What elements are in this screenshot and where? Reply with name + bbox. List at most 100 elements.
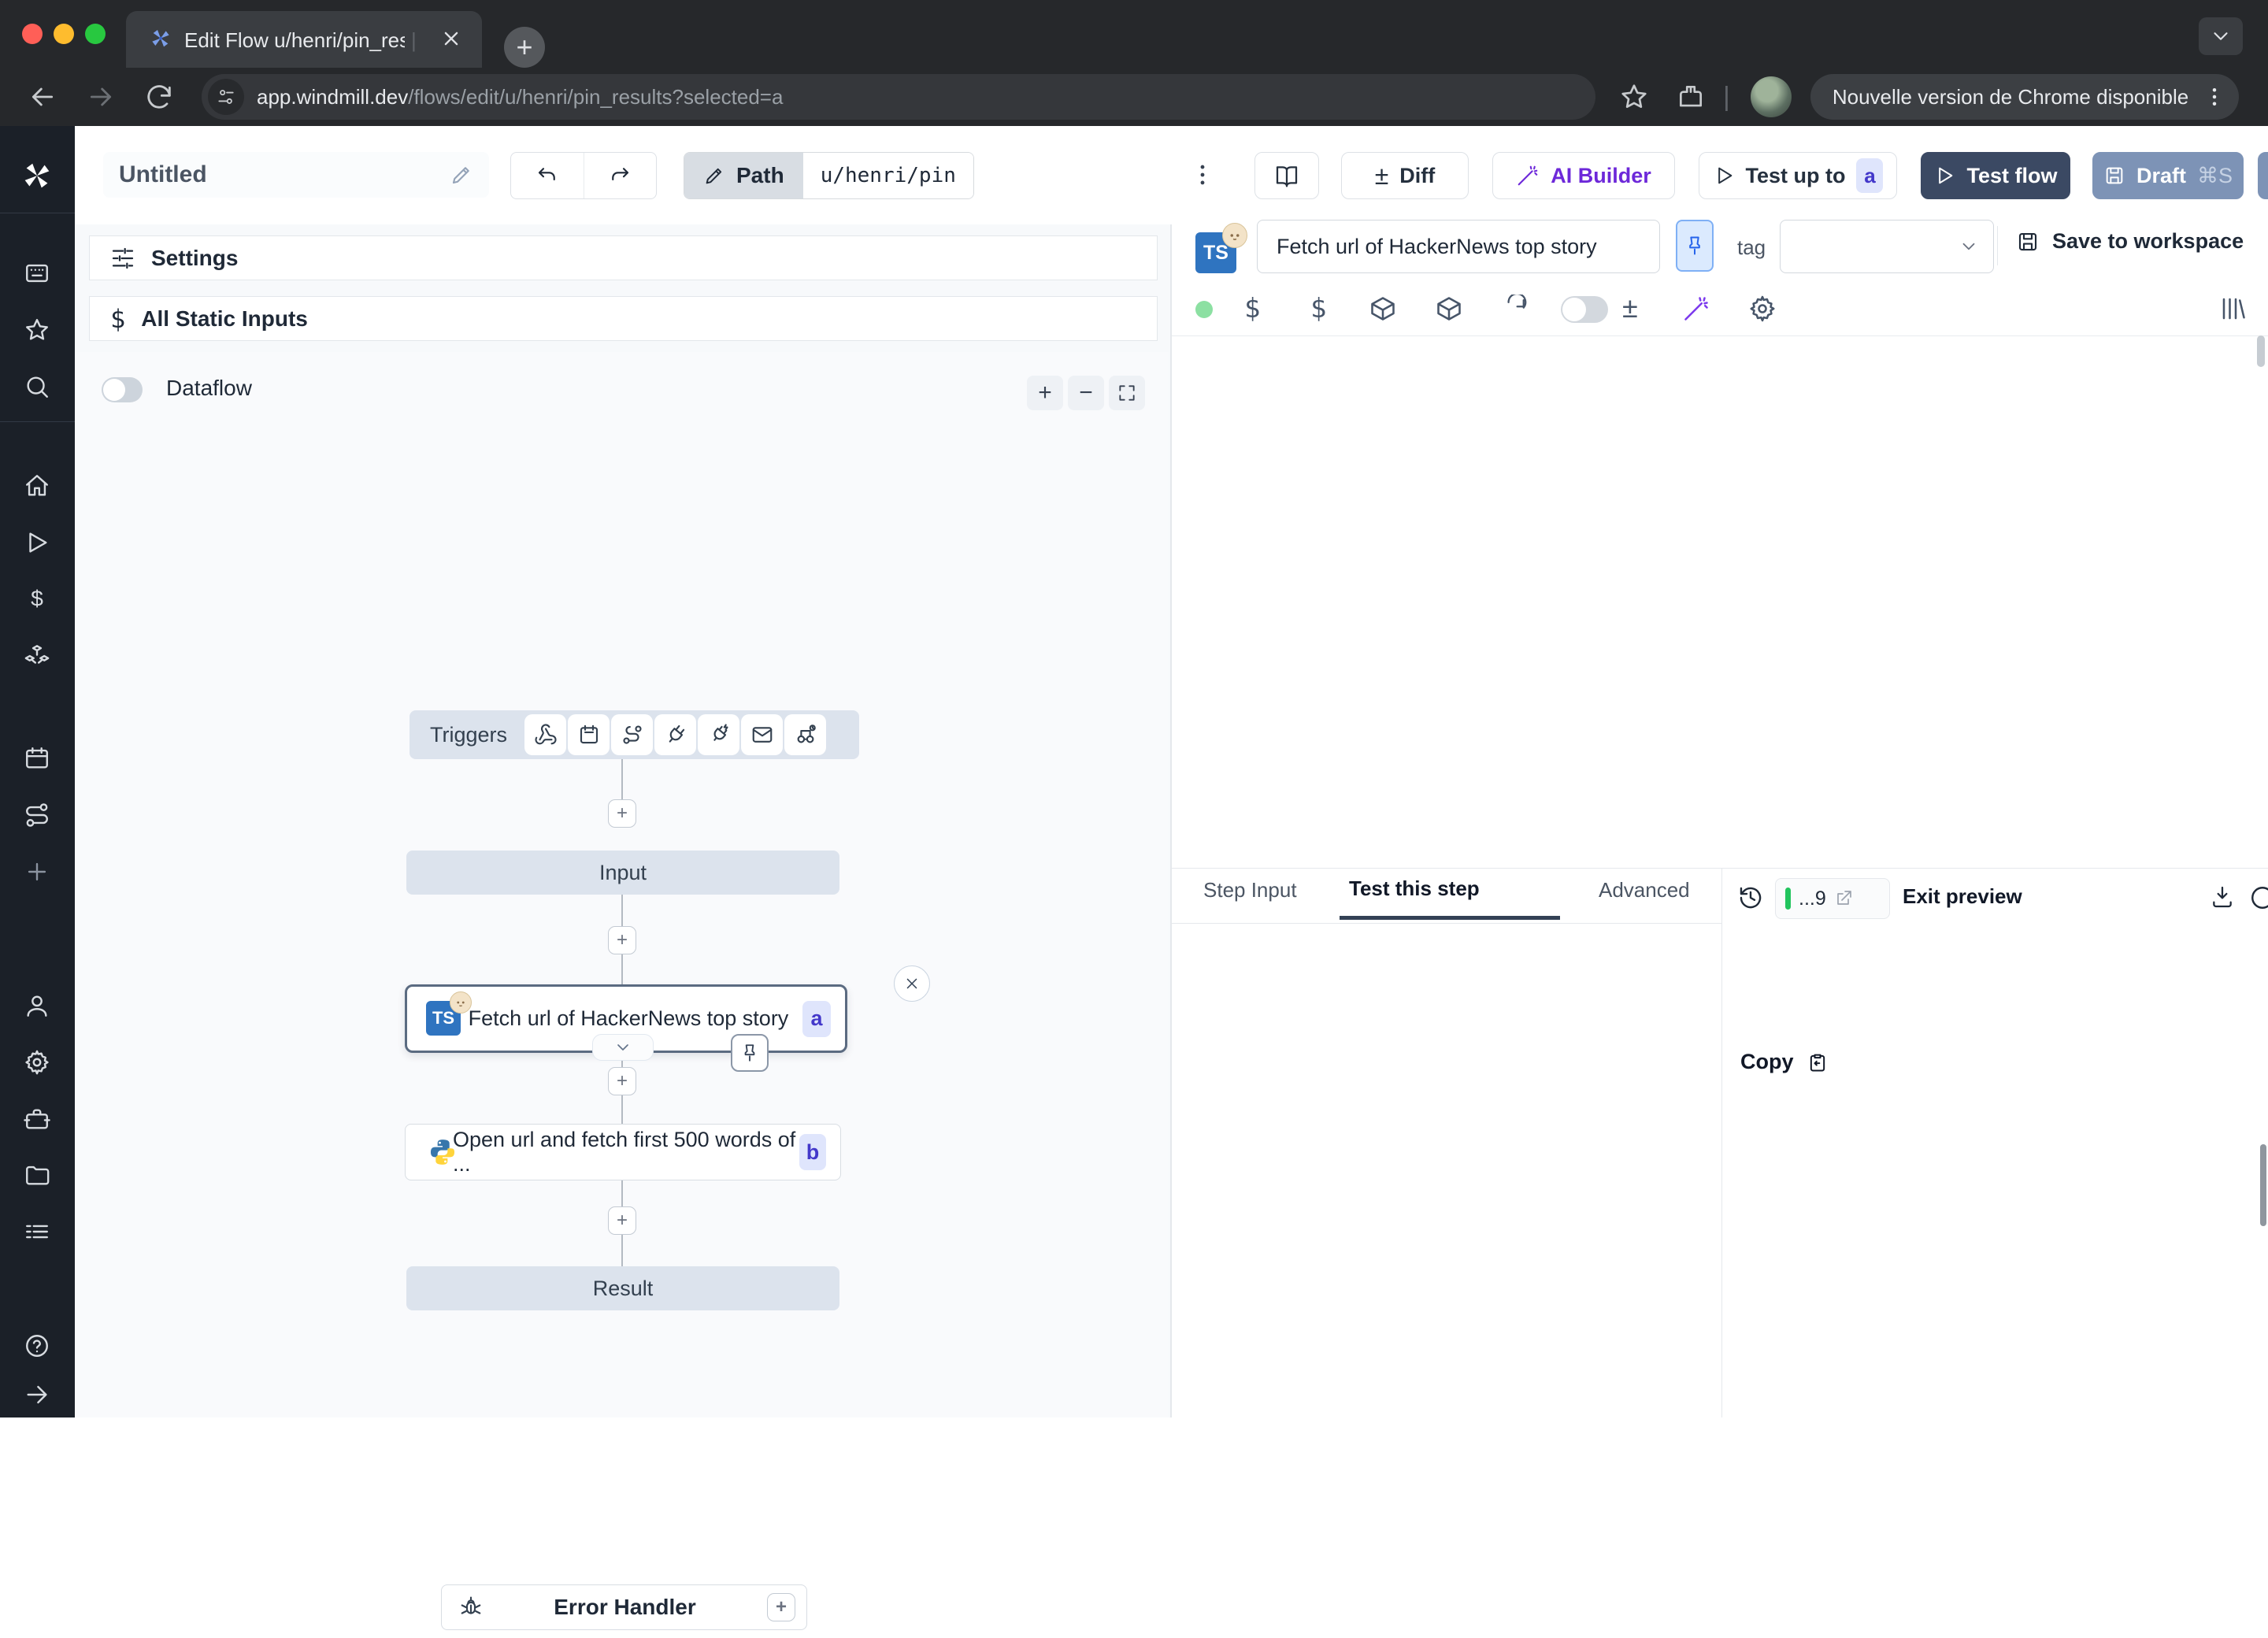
- copy-result-button[interactable]: Copy: [1740, 1050, 1829, 1074]
- zoom-in-button[interactable]: +: [1027, 376, 1063, 410]
- add-icon[interactable]: [24, 858, 50, 885]
- flow-settings-row[interactable]: Settings: [89, 235, 1158, 280]
- websocket-trigger-icon[interactable]: [654, 714, 696, 755]
- toolbar-kebab-icon[interactable]: [1189, 161, 1216, 188]
- zoom-out-button[interactable]: −: [1068, 376, 1104, 410]
- routes-icon[interactable]: [24, 802, 50, 828]
- graph-canvas[interactable]: Dataflow + − Triggers + Input + TS Fetch…: [75, 352, 1169, 1418]
- draft-button[interactable]: Draft ⌘S: [2092, 152, 2244, 199]
- result-node[interactable]: Result: [406, 1266, 839, 1310]
- reload-icon[interactable]: [143, 81, 175, 113]
- tab-close-icon[interactable]: [438, 25, 465, 52]
- close-window-button[interactable]: [22, 24, 43, 44]
- tab-step-input[interactable]: Step Input: [1203, 878, 1297, 902]
- error-handler-node[interactable]: Error Handler +: [441, 1584, 807, 1630]
- add-error-handler-button[interactable]: +: [767, 1593, 795, 1621]
- profile-avatar[interactable]: [1751, 76, 1792, 117]
- chrome-update-button[interactable]: Nouvelle version de Chrome disponible: [1810, 74, 2239, 120]
- variables-icon[interactable]: $: [24, 586, 50, 613]
- settings-icon[interactable]: [24, 1049, 50, 1076]
- poll-trigger-icon[interactable]: [784, 714, 826, 755]
- schedule-trigger-icon[interactable]: [568, 714, 610, 755]
- collapse-node-chevron[interactable]: [592, 1034, 654, 1061]
- apps-icon[interactable]: [24, 260, 50, 287]
- format-toggle[interactable]: [1561, 296, 1608, 323]
- contextual-variables-icon[interactable]: $: [1310, 293, 1326, 324]
- minimize-window-button[interactable]: [54, 24, 74, 44]
- external-link-icon[interactable]: [1834, 889, 1853, 908]
- help-icon[interactable]: [24, 1332, 50, 1359]
- test-flow-button[interactable]: Test flow: [1921, 152, 2070, 199]
- redo-button[interactable]: [584, 153, 657, 198]
- new-tab-button[interactable]: +: [504, 27, 545, 68]
- audit-logs-icon[interactable]: [24, 1218, 50, 1245]
- diff-button[interactable]: ± Diff: [1341, 152, 1469, 199]
- expand-icon[interactable]: [24, 1381, 50, 1408]
- path-segment[interactable]: Path: [684, 153, 803, 198]
- edit-name-pencil-icon[interactable]: [450, 163, 473, 187]
- favorites-icon[interactable]: [24, 317, 50, 343]
- back-icon[interactable]: [27, 81, 58, 113]
- package-icon[interactable]: [1369, 295, 1397, 323]
- step-node-b[interactable]: Open url and fetch first 500 words of ..…: [405, 1124, 841, 1180]
- test-up-to-button[interactable]: Test up to a: [1699, 152, 1897, 199]
- webhook-trigger-icon[interactable]: [524, 714, 566, 755]
- http-route-trigger-icon[interactable]: [611, 714, 653, 755]
- extensions-icon[interactable]: [1676, 82, 1706, 112]
- add-step-button[interactable]: +: [608, 799, 636, 828]
- bookmark-star-icon[interactable]: [1619, 82, 1649, 112]
- undo-button[interactable]: [511, 153, 584, 198]
- clipped-circle-icon[interactable]: [2249, 884, 2268, 911]
- folders-icon[interactable]: [24, 1162, 50, 1188]
- fit-view-button[interactable]: [1109, 376, 1145, 410]
- input-node[interactable]: Input: [406, 850, 839, 895]
- variables-icon[interactable]: $: [1244, 293, 1260, 324]
- add-step-button[interactable]: +: [608, 926, 636, 954]
- forward-icon[interactable]: [85, 81, 117, 113]
- deploy-button[interactable]: Deploy: [2258, 152, 2268, 199]
- reload-icon[interactable]: [1501, 295, 1529, 323]
- flow-name-field[interactable]: Untitled: [103, 152, 489, 198]
- maximize-window-button[interactable]: [85, 24, 106, 44]
- package-icon[interactable]: [1435, 295, 1463, 323]
- exit-preview-button[interactable]: Exit preview: [1903, 884, 2022, 909]
- ai-builder-button[interactable]: AI Builder: [1492, 152, 1675, 199]
- path-group[interactable]: Path u/henri/pin: [684, 152, 974, 199]
- download-result-icon[interactable]: [2210, 884, 2235, 910]
- search-icon[interactable]: [24, 373, 50, 400]
- runs-icon[interactable]: [24, 529, 50, 556]
- windmill-logo[interactable]: [19, 159, 55, 195]
- ai-wand-icon[interactable]: [1682, 295, 1710, 323]
- schedules-icon[interactable]: [24, 745, 50, 772]
- step-name-input[interactable]: Fetch url of HackerNews top story: [1257, 220, 1660, 273]
- triggers-node[interactable]: Triggers: [410, 710, 859, 759]
- home-icon[interactable]: [24, 472, 50, 499]
- site-settings-icon[interactable]: [208, 79, 244, 115]
- gear-icon[interactable]: [1748, 295, 1777, 323]
- history-icon[interactable]: [1737, 884, 1764, 911]
- code-scrollbar[interactable]: [2257, 335, 2265, 367]
- save-to-workspace-button[interactable]: Save to workspace: [2016, 229, 2244, 254]
- workers-icon[interactable]: [24, 1106, 50, 1132]
- add-step-button[interactable]: +: [608, 1067, 636, 1095]
- hub-icon[interactable]: [24, 643, 50, 669]
- email-trigger-icon[interactable]: [741, 714, 783, 755]
- kafka-trigger-icon[interactable]: [698, 714, 739, 755]
- tab-advanced[interactable]: Advanced: [1599, 878, 1690, 902]
- all-static-inputs-row[interactable]: $ All Static Inputs: [89, 296, 1158, 341]
- job-status-pill[interactable]: ...9: [1775, 878, 1890, 919]
- tab-search-button[interactable]: [2199, 17, 2243, 55]
- dataflow-toggle[interactable]: [102, 377, 143, 402]
- path-value[interactable]: u/henri/pin: [803, 153, 973, 198]
- browser-tab[interactable]: Edit Flow u/henri/pin_results |: [126, 11, 482, 68]
- browser-menu-kebab-icon[interactable]: [2203, 85, 2226, 109]
- address-bar[interactable]: app.windmill.dev/flows/edit/u/henri/pin_…: [202, 74, 1595, 120]
- add-step-button[interactable]: +: [608, 1206, 636, 1235]
- library-icon[interactable]: [2219, 295, 2248, 323]
- docs-button[interactable]: [1254, 152, 1319, 199]
- remove-step-button[interactable]: [894, 965, 930, 1002]
- diff-icon[interactable]: ±: [1622, 291, 1638, 324]
- preview-scrollbar[interactable]: [2260, 1144, 2266, 1226]
- tag-select[interactable]: [1780, 220, 1994, 273]
- pin-toggle-button[interactable]: [1676, 220, 1714, 272]
